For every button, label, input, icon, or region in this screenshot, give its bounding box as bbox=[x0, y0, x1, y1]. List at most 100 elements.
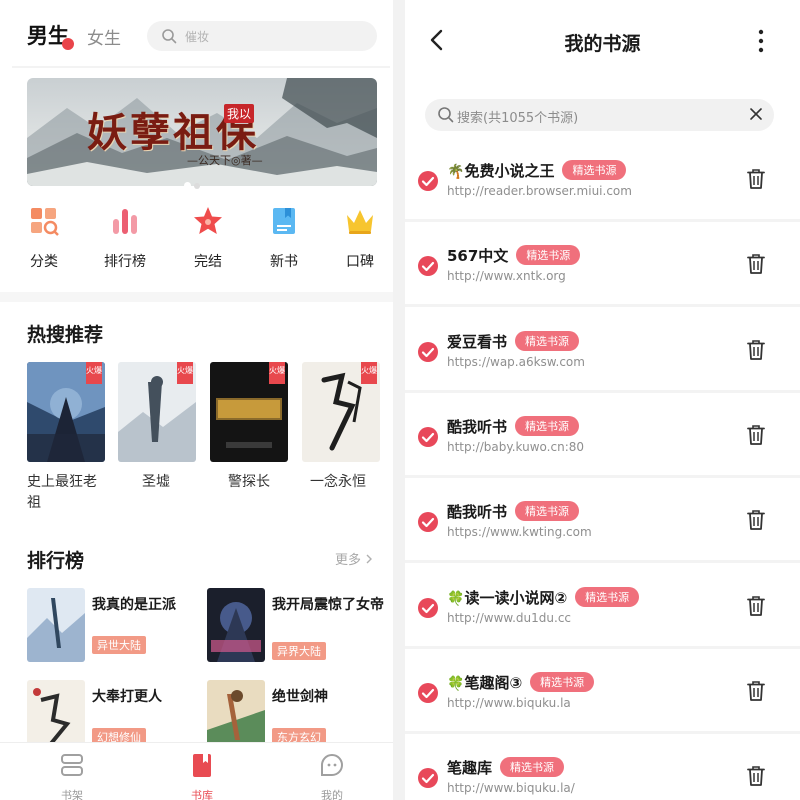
star-badge-icon bbox=[194, 207, 222, 234]
row-divider bbox=[405, 389, 800, 393]
banner-pager bbox=[184, 174, 203, 193]
source-name-text: 酷我听书 bbox=[447, 417, 508, 436]
delete-trash-icon[interactable] bbox=[746, 424, 766, 446]
checked-circle-icon[interactable] bbox=[417, 511, 439, 533]
tab-profile[interactable]: 我的 bbox=[302, 751, 362, 800]
source-url: http://www.biquku.la bbox=[447, 695, 571, 710]
pager-dot-active bbox=[184, 182, 191, 189]
source-name: 爱豆看书 精选书源 bbox=[447, 330, 580, 352]
source-row[interactable]: 🍀读一读小说网② 精选书源 http://www.du1du.cc bbox=[405, 577, 800, 662]
hot-book-item[interactable]: 火爆 史上最狂老祖 bbox=[27, 362, 105, 514]
featured-badge: 精选书源 bbox=[530, 671, 595, 692]
source-name: 🍀读一读小说网② 精选书源 bbox=[447, 586, 640, 608]
checked-circle-icon[interactable] bbox=[417, 426, 439, 448]
featured-badge: 精选书源 bbox=[500, 757, 565, 778]
active-tab-indicator bbox=[62, 38, 74, 50]
ranking-more-link[interactable]: 更多 bbox=[335, 549, 373, 568]
tab-bookshelf[interactable]: 书架 bbox=[42, 751, 102, 800]
category-row: 分类 排行榜 完结 新书 口碑 bbox=[0, 205, 393, 275]
source-name-text: 酷我听书 bbox=[447, 503, 508, 522]
book-cover bbox=[207, 588, 265, 662]
category-classify[interactable]: 分类 bbox=[14, 205, 74, 271]
new-book-icon bbox=[273, 208, 295, 234]
source-name-text: 免费小说之王 bbox=[464, 162, 555, 180]
top-bar: 男生 女生 催妆 bbox=[0, 0, 393, 66]
checked-circle-icon[interactable] bbox=[417, 767, 439, 789]
category-label: 完结 bbox=[194, 254, 222, 270]
row-divider bbox=[405, 560, 800, 564]
hot-search-title: 热搜推荐 bbox=[27, 324, 104, 346]
hot-book-item[interactable]: 火爆 圣墟 bbox=[118, 362, 196, 493]
source-row[interactable]: 567中文 精选书源 http://www.xntk.org bbox=[405, 235, 800, 320]
delete-trash-icon[interactable] bbox=[746, 509, 766, 531]
hot-tag: 火爆 bbox=[269, 362, 285, 384]
category-finished[interactable]: 完结 bbox=[178, 205, 238, 271]
book-cover: 火爆 bbox=[210, 362, 288, 462]
ranking-item[interactable]: 我开局震惊了女帝 异界大陆 bbox=[207, 588, 387, 668]
tab-female[interactable]: 女生 bbox=[87, 24, 121, 49]
checked-circle-icon[interactable] bbox=[417, 255, 439, 277]
category-new-books[interactable]: 新书 bbox=[254, 205, 314, 271]
source-row[interactable]: 笔趣库 精选书源 http://www.biquku.la/ bbox=[405, 747, 800, 800]
category-ranking[interactable]: 排行榜 bbox=[95, 205, 155, 271]
ranking-item[interactable]: 我真的是正派 异世大陆 bbox=[27, 588, 207, 668]
library-icon bbox=[193, 754, 211, 777]
panel-divider bbox=[393, 0, 405, 800]
delete-trash-icon[interactable] bbox=[746, 339, 766, 361]
book-cover: 火爆 bbox=[302, 362, 380, 462]
book-title: 一念永恒 bbox=[310, 474, 366, 490]
source-row[interactable]: 酷我听书 精选书源 http://baby.kuwo.cn:80 bbox=[405, 406, 800, 491]
checked-circle-icon[interactable] bbox=[417, 682, 439, 704]
book-sources-screen: 我的书源 搜索(共1055个书源) 🌴免费小说之王 精选书源 http://rea… bbox=[405, 0, 800, 800]
delete-trash-icon[interactable] bbox=[746, 765, 766, 787]
delete-trash-icon[interactable] bbox=[746, 595, 766, 617]
source-name: 🌴免费小说之王 精选书源 bbox=[447, 160, 627, 181]
row-divider bbox=[405, 304, 800, 308]
book-title: 我开局震惊了女帝 bbox=[272, 597, 384, 613]
ranking-title: 排行榜 bbox=[27, 550, 85, 572]
book-title: 我真的是正派 bbox=[92, 597, 176, 613]
delete-trash-icon[interactable] bbox=[746, 168, 766, 190]
delete-trash-icon[interactable] bbox=[746, 253, 766, 275]
clear-icon[interactable] bbox=[748, 106, 764, 122]
pager-dot bbox=[194, 183, 200, 189]
featured-badge: 精选书源 bbox=[515, 415, 580, 436]
tab-label: 书库 bbox=[191, 789, 213, 800]
book-genre-tag: 异世大陆 bbox=[92, 636, 146, 654]
banner-stamp: 我以 bbox=[224, 104, 255, 123]
source-prefix-icon: 🍀 bbox=[447, 590, 465, 607]
tab-library[interactable]: 书库 bbox=[172, 751, 232, 800]
source-prefix-icon: 🍀 bbox=[447, 675, 465, 692]
source-url: http://reader.browser.miui.com bbox=[447, 184, 632, 198]
profile-icon bbox=[321, 754, 343, 776]
source-name-text: 读一读小说网② bbox=[464, 588, 568, 607]
more-options-icon[interactable] bbox=[751, 28, 771, 54]
source-row[interactable]: 爱豆看书 精选书源 https://wap.a6ksw.com bbox=[405, 321, 800, 406]
hot-tag: 火爆 bbox=[177, 362, 193, 384]
hot-tag: 火爆 bbox=[86, 362, 102, 384]
checked-circle-icon[interactable] bbox=[417, 597, 439, 619]
checked-circle-icon[interactable] bbox=[417, 341, 439, 363]
source-row[interactable]: 酷我听书 精选书源 https://www.kwting.com bbox=[405, 491, 800, 576]
checked-circle-icon[interactable] bbox=[417, 170, 439, 192]
source-row[interactable]: 🌴免费小说之王 精选书源 http://reader.browser.miui.c… bbox=[405, 150, 800, 235]
hot-tag: 火爆 bbox=[361, 362, 377, 384]
source-url: http://baby.kuwo.cn:80 bbox=[447, 439, 585, 454]
source-search-input[interactable]: 搜索(共1055个书源) bbox=[425, 99, 774, 131]
hot-book-item[interactable]: 火爆 警探长 bbox=[210, 362, 288, 493]
book-title: 绝世剑神 bbox=[272, 689, 328, 705]
source-name: 🍀笔趣阁③ 精选书源 bbox=[447, 671, 595, 693]
delete-trash-icon[interactable] bbox=[746, 680, 766, 702]
bookstore-screen: 男生 女生 催妆 妖孽祖保 我以 —公天下◎著— 分类 排行榜 完结 新书 口碑… bbox=[0, 0, 393, 800]
tab-label: 我的 bbox=[321, 789, 343, 800]
rank-bars-icon bbox=[113, 209, 137, 234]
category-reputation[interactable]: 口碑 bbox=[330, 205, 390, 271]
search-input[interactable]: 催妆 bbox=[147, 21, 377, 51]
hot-book-item[interactable]: 火爆 一念永恒 bbox=[302, 362, 380, 493]
category-label: 口碑 bbox=[346, 254, 374, 270]
header-divider bbox=[12, 66, 390, 68]
category-label: 分类 bbox=[30, 254, 58, 270]
search-icon bbox=[438, 107, 454, 123]
source-row[interactable]: 🍀笔趣阁③ 精选书源 http://www.biquku.la bbox=[405, 662, 800, 747]
promo-banner[interactable]: 妖孽祖保 我以 —公天下◎著— bbox=[27, 78, 377, 186]
